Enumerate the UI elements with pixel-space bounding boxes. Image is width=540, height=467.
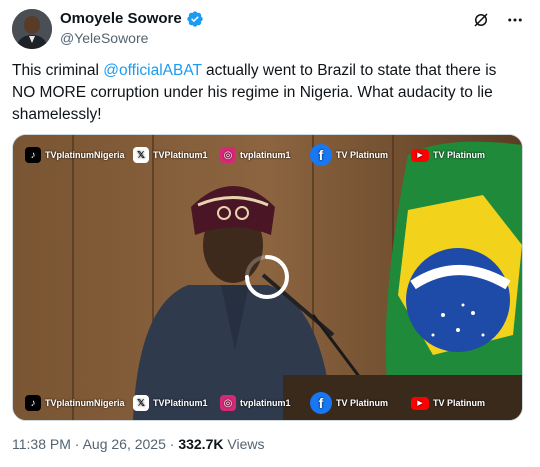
tweet-card: Omoyele Sowore @YeleSowore This criminal… xyxy=(0,0,540,467)
youtube-icon: ▶ xyxy=(411,396,429,410)
watermark-facebook-label: TV Platinum xyxy=(336,150,389,160)
tweet-meta: 11:38 PM · Aug 26, 2025 · 332.7K Views xyxy=(12,436,264,452)
watermark-instagram: ◎ tvplatinum1 xyxy=(220,147,291,163)
author-name-row: Omoyele Sowore xyxy=(60,9,204,28)
watermark-row-bottom: ♪ TVplatinumNigeria 𝕏 TVPlatinum1 ◎ tvpl… xyxy=(13,391,522,415)
watermark-tiktok-label: TVplatinumNigeria xyxy=(45,150,125,160)
facebook-icon: f xyxy=(310,144,332,166)
watermark-x-label: TVPlatinum1 xyxy=(153,150,208,160)
mention-link[interactable]: @officialABAT xyxy=(103,62,201,79)
meta-separator: · xyxy=(169,436,175,452)
watermark-tiktok-label: TVplatinumNigeria xyxy=(45,398,125,408)
tiktok-icon: ♪ xyxy=(25,147,41,163)
grok-icon[interactable] xyxy=(470,9,492,31)
tweet-date[interactable]: Aug 26, 2025 xyxy=(83,436,166,452)
views-count: 332.7K xyxy=(178,436,224,452)
instagram-icon: ◎ xyxy=(220,147,236,163)
top-actions xyxy=(470,9,526,31)
views-label: Views xyxy=(227,436,265,452)
video-player[interactable]: ♪ TVplatinumNigeria 𝕏 TVPlatinum1 ◎ tvpl… xyxy=(12,134,523,421)
tweet-time[interactable]: 11:38 PM xyxy=(12,436,71,452)
avatar[interactable] xyxy=(12,9,52,49)
video-frame xyxy=(13,135,522,420)
watermark-x-label: TVPlatinum1 xyxy=(153,398,208,408)
watermark-youtube-label: TV Platinum xyxy=(433,398,486,408)
watermark-instagram-label: tvplatinum1 xyxy=(240,398,291,408)
watermark-instagram-label: tvplatinum1 xyxy=(240,150,291,160)
watermark-tiktok: ♪ TVplatinumNigeria xyxy=(25,147,125,163)
x-logo-icon: 𝕏 xyxy=(133,147,149,163)
watermark-instagram: ◎ tvplatinum1 xyxy=(220,395,291,411)
author-handle[interactable]: @YeleSowore xyxy=(60,30,148,46)
tweet-text: This criminal @officialABAT actually wen… xyxy=(12,60,522,126)
more-icon[interactable] xyxy=(504,9,526,31)
x-logo-icon: 𝕏 xyxy=(133,395,149,411)
watermark-youtube: ▶ TV Platinum xyxy=(411,148,486,162)
youtube-icon: ▶ xyxy=(411,148,429,162)
tiktok-icon: ♪ xyxy=(25,395,41,411)
meta-separator: · xyxy=(74,436,80,452)
watermark-row-top: ♪ TVplatinumNigeria 𝕏 TVPlatinum1 ◎ tvpl… xyxy=(13,143,522,167)
watermark-youtube-label: TV Platinum xyxy=(433,150,486,160)
author-display-name[interactable]: Omoyele Sowore xyxy=(60,9,182,28)
watermark-youtube: ▶ TV Platinum xyxy=(411,396,486,410)
facebook-icon: f xyxy=(310,392,332,414)
avatar-image xyxy=(12,9,52,49)
instagram-icon: ◎ xyxy=(220,395,236,411)
watermark-tiktok: ♪ TVplatinumNigeria xyxy=(25,395,125,411)
tweet-text-before: This criminal xyxy=(12,62,104,79)
watermark-x: 𝕏 TVPlatinum1 xyxy=(133,395,208,411)
watermark-x: 𝕏 TVPlatinum1 xyxy=(133,147,208,163)
watermark-facebook: f TV Platinum xyxy=(310,392,388,414)
watermark-facebook: f TV Platinum xyxy=(310,144,388,166)
verified-badge-icon xyxy=(187,10,203,27)
watermark-facebook-label: TV Platinum xyxy=(336,398,389,408)
